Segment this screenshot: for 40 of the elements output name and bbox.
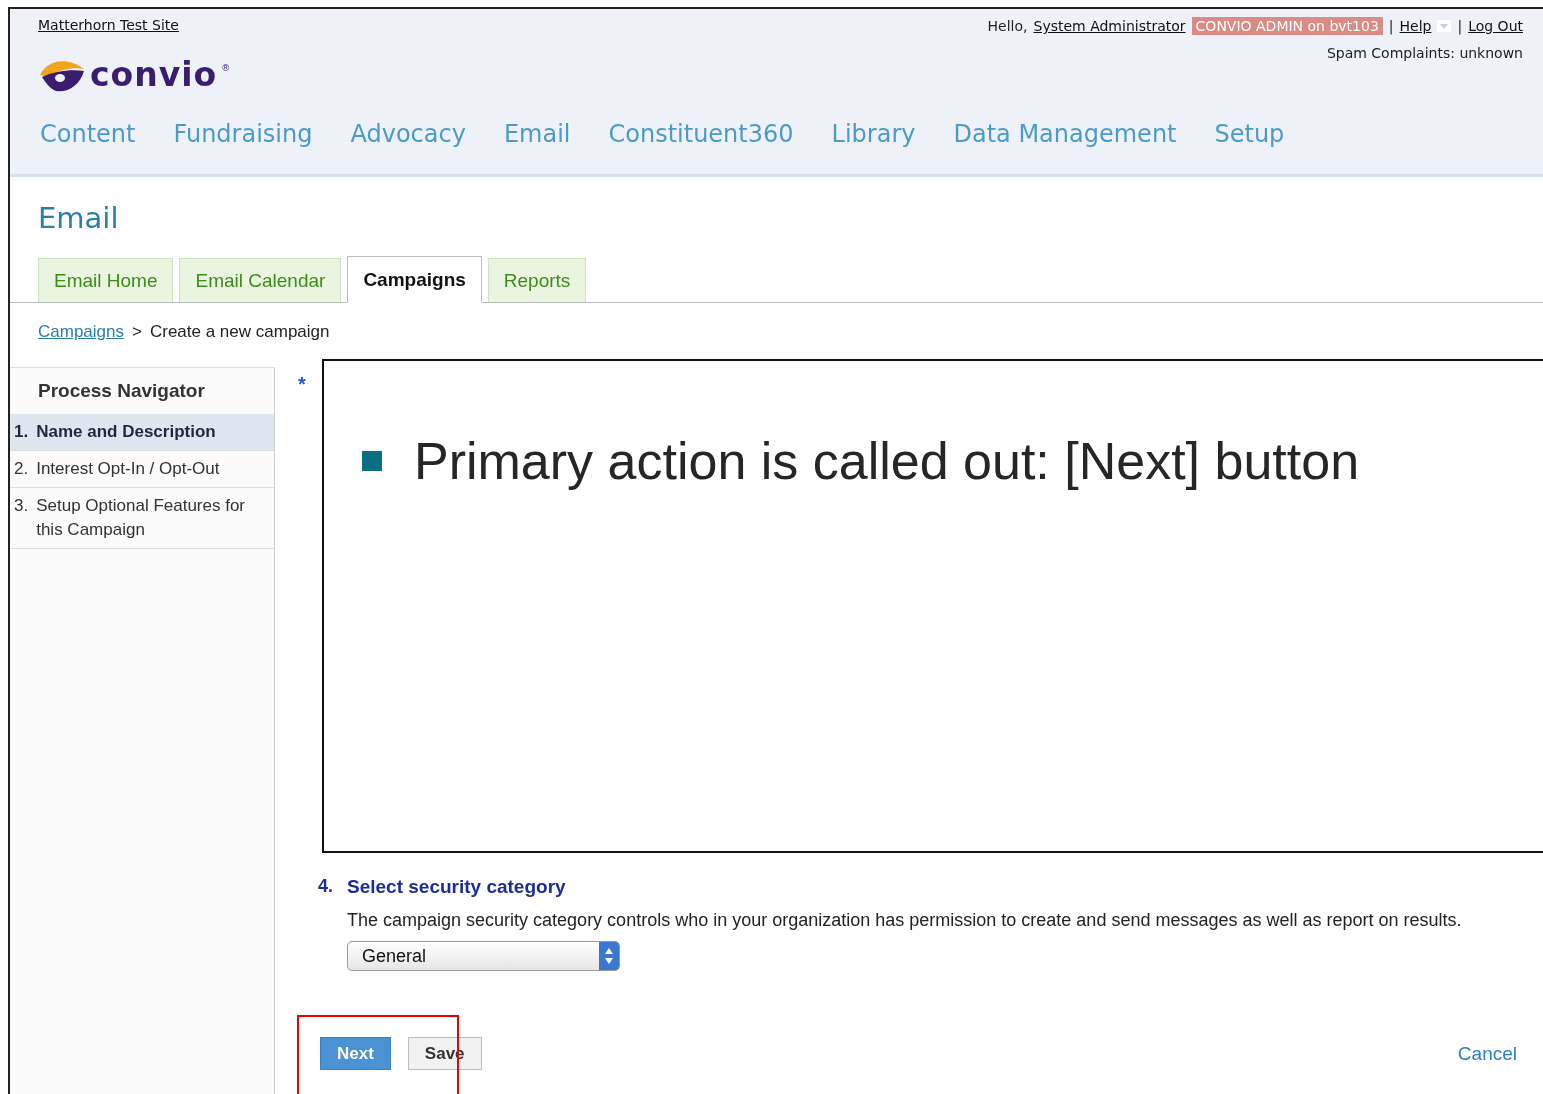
- navigator-title: Process Navigator: [37, 379, 206, 403]
- callout-text: Primary action is called out: [Next] button: [414, 431, 1360, 491]
- separator: |: [1457, 18, 1463, 34]
- help-link[interactable]: Help: [1399, 18, 1432, 34]
- spam-status: Spam Complaints: unknown: [1326, 45, 1523, 61]
- navigator-step[interactable]: 2. Interest Opt-In / Opt-Out: [10, 451, 274, 488]
- breadcrumb-separator: >: [132, 322, 142, 342]
- step-help-text: The campaign security category controls who in your organization has permission to create and send messages as well as report on results.: [347, 909, 1463, 932]
- tab[interactable]: Campaigns: [347, 256, 482, 303]
- required-mark: *: [298, 373, 307, 396]
- nav-link[interactable]: Setup: [1214, 120, 1285, 148]
- step-number: 4.: [318, 876, 334, 898]
- select-arrows-icon: [599, 942, 619, 970]
- page-title: Email: [38, 201, 120, 235]
- step-title: Select security category: [347, 876, 567, 898]
- user-link[interactable]: System Administrator: [1033, 18, 1186, 34]
- tab[interactable]: Email Home: [38, 258, 174, 302]
- registered-mark: ®: [221, 63, 231, 73]
- nav-link[interactable]: Advocacy: [350, 120, 466, 148]
- nav-link[interactable]: Email: [503, 120, 571, 148]
- logout-link[interactable]: Log Out: [1468, 18, 1523, 34]
- admin-badge: CONVIO ADMIN on bvt103: [1191, 17, 1383, 35]
- breadcrumb-link[interactable]: Campaigns: [38, 322, 124, 342]
- cancel-link[interactable]: Cancel: [1457, 1042, 1517, 1065]
- caret-icon[interactable]: [1437, 20, 1452, 32]
- bullet-icon: [362, 451, 382, 471]
- select-field[interactable]: General: [347, 941, 620, 971]
- navigator-step[interactable]: 1. Name and Description: [10, 414, 274, 451]
- tab[interactable]: Email Calendar: [179, 258, 342, 302]
- tab[interactable]: Reports: [487, 258, 587, 302]
- nav-link[interactable]: Constituent360: [608, 120, 794, 148]
- greeting-text: Hello,: [987, 18, 1028, 34]
- nav-link[interactable]: Fundraising: [173, 120, 313, 148]
- separator: |: [1388, 18, 1394, 34]
- nav-link[interactable]: Library: [831, 120, 916, 148]
- navigator-step[interactable]: 3. Setup Optional Features for this Campaign: [10, 488, 274, 549]
- next-button[interactable]: Next: [320, 1037, 391, 1070]
- breadcrumb-current: Create a new campaign: [149, 322, 330, 342]
- nav-link[interactable]: Data Management: [953, 120, 1177, 148]
- nav-link[interactable]: Content: [40, 120, 136, 148]
